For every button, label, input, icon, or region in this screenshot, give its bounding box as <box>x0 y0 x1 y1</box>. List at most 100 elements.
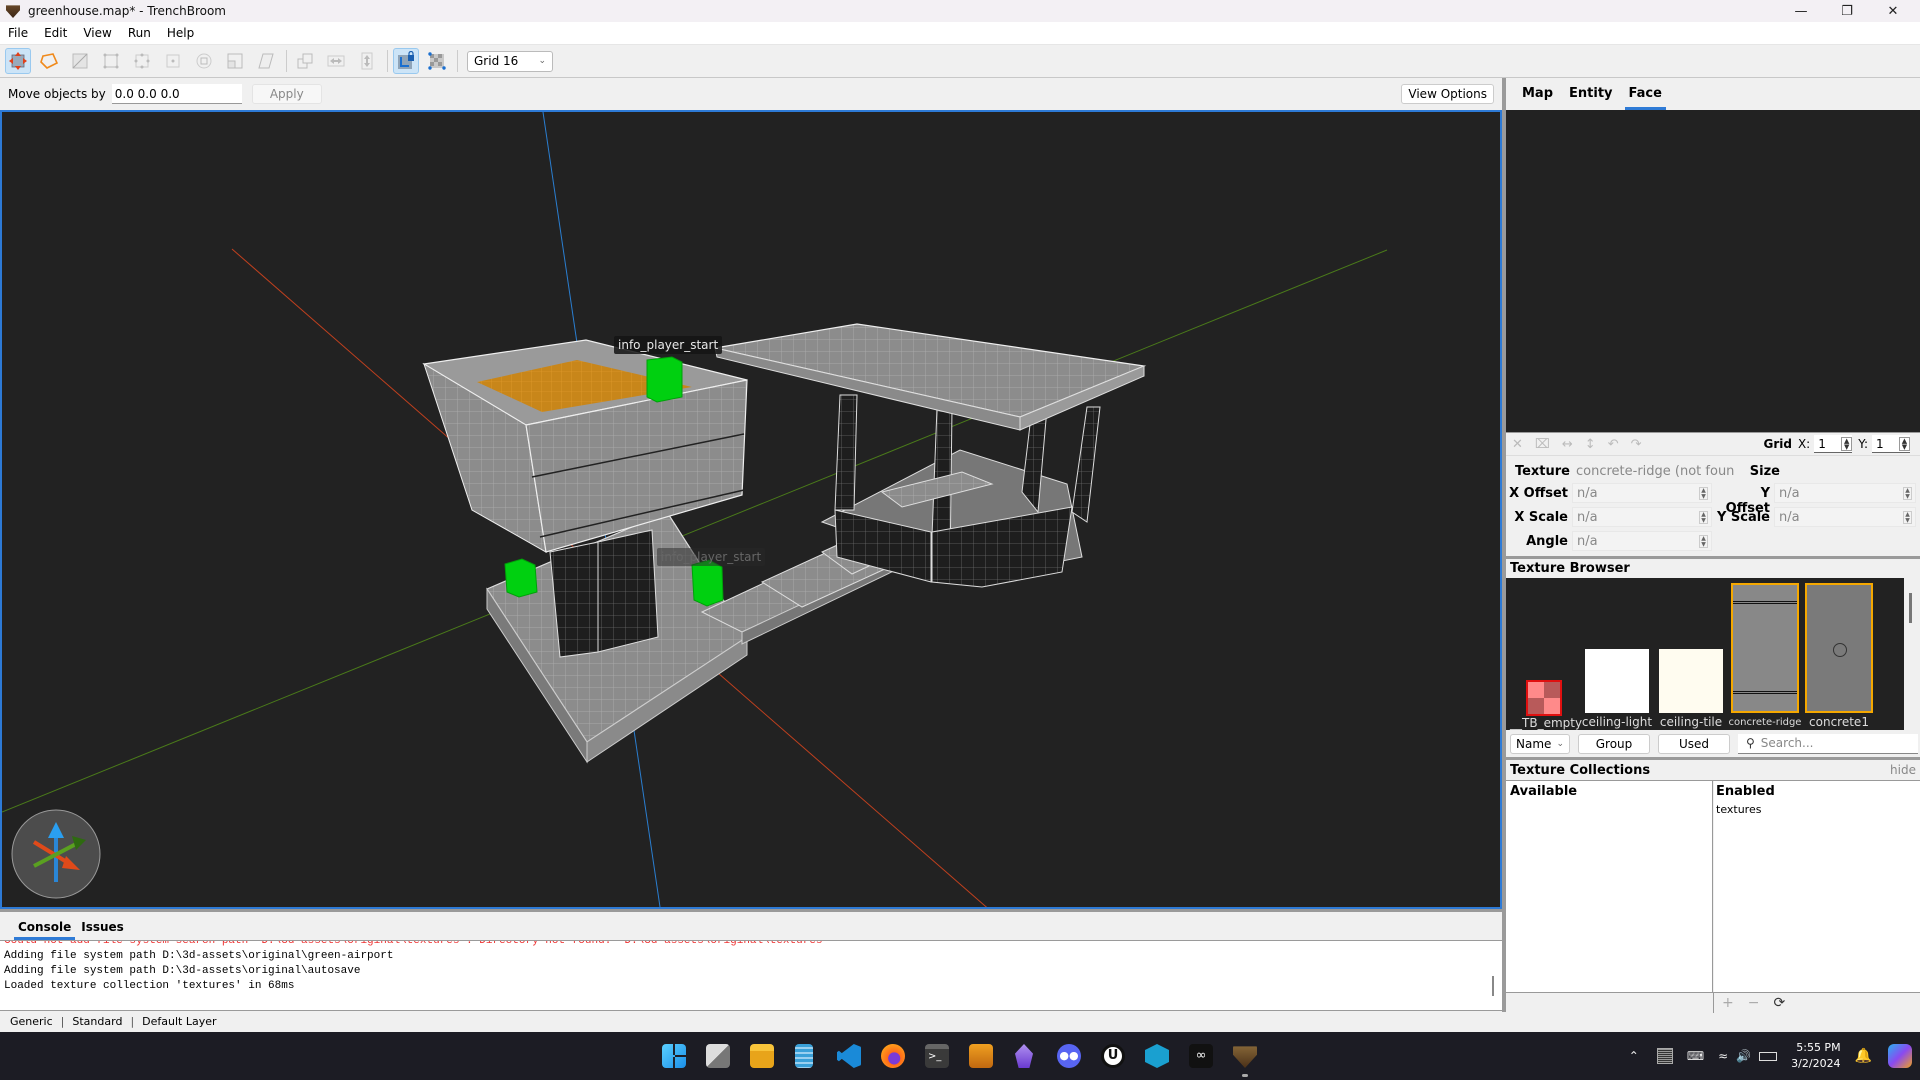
spinner-arrows-icon[interactable]: ▲ ▼ <box>1903 511 1912 524</box>
clip-tool-button[interactable] <box>67 48 93 74</box>
collection-item[interactable]: textures <box>1716 803 1918 816</box>
tab-console[interactable]: Console <box>13 920 76 940</box>
keyboard-icon[interactable]: ⌨ <box>1687 1049 1704 1063</box>
menu-run[interactable]: Run <box>128 26 151 40</box>
rotate-tool-button[interactable] <box>191 48 217 74</box>
scrollbar-thumb[interactable] <box>1909 593 1912 623</box>
available-collections-list[interactable]: Available <box>1506 781 1713 992</box>
rotate-ccw-icon[interactable]: ↶ <box>1608 437 1619 452</box>
volume-icon[interactable]: 🔊 <box>1736 1049 1751 1063</box>
reload-collections-icon[interactable]: ⟳ <box>1773 995 1785 1011</box>
remove-collection-icon[interactable]: − <box>1748 995 1760 1011</box>
texture-browser-controls: Name ⌄ Group Used ⚲ Search... <box>1506 730 1920 757</box>
spinner-arrows-icon[interactable]: ▲ ▼ <box>1899 436 1910 451</box>
menu-help[interactable]: Help <box>167 26 194 40</box>
spinner-arrows-icon[interactable]: ▲ ▼ <box>1699 487 1708 500</box>
brush-tool-button[interactable] <box>36 48 62 74</box>
restore-button[interactable]: ❐ <box>1824 0 1870 22</box>
unreal-engine-icon[interactable]: U <box>1101 1044 1125 1068</box>
reset-texture-icon[interactable]: ✕ <box>1512 437 1523 452</box>
trenchbroom-taskbar-icon[interactable] <box>1233 1046 1257 1068</box>
meta-icon[interactable]: ∞ <box>1189 1044 1213 1068</box>
show-hidden-icons-icon[interactable]: ⌃ <box>1629 1049 1639 1063</box>
tab-map[interactable]: Map <box>1522 78 1553 110</box>
used-toggle-button[interactable]: Used <box>1658 733 1730 754</box>
discord-icon[interactable]: ●● <box>1057 1044 1081 1068</box>
cpu-monitor-icon[interactable] <box>1656 1048 1673 1064</box>
file-explorer-icon[interactable] <box>750 1044 774 1068</box>
uv-lock-button[interactable] <box>424 48 450 74</box>
battery-icon[interactable] <box>1759 1051 1778 1061</box>
console-output[interactable]: Could not add file system search path 'D… <box>0 940 1502 1010</box>
move-tool-button[interactable] <box>5 48 31 74</box>
task-view-icon[interactable] <box>706 1044 730 1068</box>
rotate-cw-icon[interactable]: ↷ <box>1631 437 1642 452</box>
scale-tool-button[interactable] <box>222 48 248 74</box>
texture-thumb-ceiling-tile[interactable] <box>1659 649 1723 713</box>
texture-browser[interactable]: __TB_empty ceiling-light ceiling-tile co… <box>1506 578 1904 730</box>
x-offset-input[interactable]: n/a ▲ ▼ <box>1572 483 1712 503</box>
angle-input[interactable]: n/a ▲ ▼ <box>1572 531 1712 551</box>
3d-viewport[interactable]: info_player_start info_player_start <box>0 110 1502 909</box>
add-collection-icon[interactable]: + <box>1722 995 1734 1011</box>
texture-search-input[interactable]: ⚲ Search... <box>1738 733 1918 754</box>
texture-thumb-concrete-ridge[interactable] <box>1731 583 1799 713</box>
duplicate-button[interactable] <box>292 48 318 74</box>
spinner-arrows-icon[interactable]: ▲ ▼ <box>1841 436 1853 451</box>
uv-editor-view[interactable] <box>1506 110 1920 432</box>
spinner-arrows-icon[interactable]: ▲ ▼ <box>1699 535 1708 548</box>
edge-tool-button[interactable] <box>129 48 155 74</box>
reset-texture-to-world-icon[interactable]: ⌧ <box>1535 437 1550 452</box>
tab-entity[interactable]: Entity <box>1569 78 1613 110</box>
flip-horizontal-button[interactable] <box>323 48 349 74</box>
tab-issues[interactable]: Issues <box>81 920 124 940</box>
start-icon[interactable] <box>662 1044 686 1068</box>
menu-edit[interactable]: Edit <box>44 26 67 40</box>
minimize-button[interactable]: — <box>1778 0 1824 22</box>
grid-x-spinner[interactable]: 1 ▲ ▼ <box>1814 435 1853 453</box>
flip-vertical-button[interactable] <box>354 48 380 74</box>
texture-thumb-concrete1[interactable] <box>1805 583 1873 713</box>
y-scale-input[interactable]: n/a ▲ ▼ <box>1774 507 1916 527</box>
uv-lock-icon <box>428 52 446 70</box>
terminal-icon[interactable]: >_ <box>925 1044 949 1068</box>
obsidian-icon[interactable] <box>1015 1044 1033 1068</box>
spinner-arrows-icon[interactable]: ▲ ▼ <box>1903 487 1912 500</box>
firefox-icon[interactable] <box>881 1044 905 1068</box>
enabled-collections-list[interactable]: Enabled textures <box>1714 781 1920 992</box>
x-scale-input[interactable]: n/a ▲ ▼ <box>1572 507 1712 527</box>
hide-collections-link[interactable]: hide <box>1890 763 1916 777</box>
sort-dropdown[interactable]: Name ⌄ <box>1510 733 1570 754</box>
flip-vertical-icon[interactable]: ↕ <box>1585 437 1596 452</box>
notepad-icon[interactable] <box>795 1044 813 1068</box>
teamviewer-icon[interactable] <box>1145 1044 1169 1068</box>
grid-y-spinner[interactable]: 1 ▲ ▼ <box>1872 435 1910 453</box>
tab-face[interactable]: Face <box>1624 78 1667 110</box>
shear-tool-button[interactable] <box>253 48 279 74</box>
vs-code-icon[interactable] <box>837 1044 861 1068</box>
spinner-arrows-icon[interactable]: ▲ ▼ <box>1699 511 1708 524</box>
menu-view[interactable]: View <box>83 26 111 40</box>
running-indicator <box>1242 1074 1248 1077</box>
view-options-button[interactable]: View Options <box>1401 84 1494 104</box>
clock[interactable]: 5:55 PM 3/2/2024 <box>1791 1040 1840 1072</box>
console-scrollbar[interactable] <box>1492 976 1494 996</box>
vertex-tool-button[interactable] <box>98 48 124 74</box>
remote-desktop-icon[interactable] <box>969 1044 993 1068</box>
copilot-icon[interactable] <box>1888 1044 1912 1068</box>
group-toggle-button[interactable]: Group <box>1578 733 1650 754</box>
y-offset-input[interactable]: n/a ▲ ▼ <box>1774 483 1916 503</box>
wifi-icon[interactable]: ≈ <box>1718 1049 1728 1063</box>
flip-horizontal-icon[interactable]: ↔ <box>1562 437 1573 452</box>
close-button[interactable]: ✕ <box>1870 0 1916 22</box>
grid-size-dropdown[interactable]: Grid 16 ⌄ <box>467 50 553 72</box>
face-tool-button[interactable] <box>160 48 186 74</box>
texture-browser-scrollbar[interactable] <box>1904 578 1920 730</box>
move-offset-input[interactable]: 0.0 0.0 0.0 <box>111 84 242 104</box>
texture-thumb-ceiling-light[interactable] <box>1585 649 1649 713</box>
texture-thumb-tb-empty[interactable] <box>1526 680 1562 716</box>
menu-file[interactable]: File <box>8 26 28 40</box>
apply-button[interactable]: Apply <box>251 84 322 104</box>
notification-bell-icon[interactable]: 🔔 <box>1855 1048 1872 1064</box>
texture-lock-button[interactable] <box>393 48 419 74</box>
